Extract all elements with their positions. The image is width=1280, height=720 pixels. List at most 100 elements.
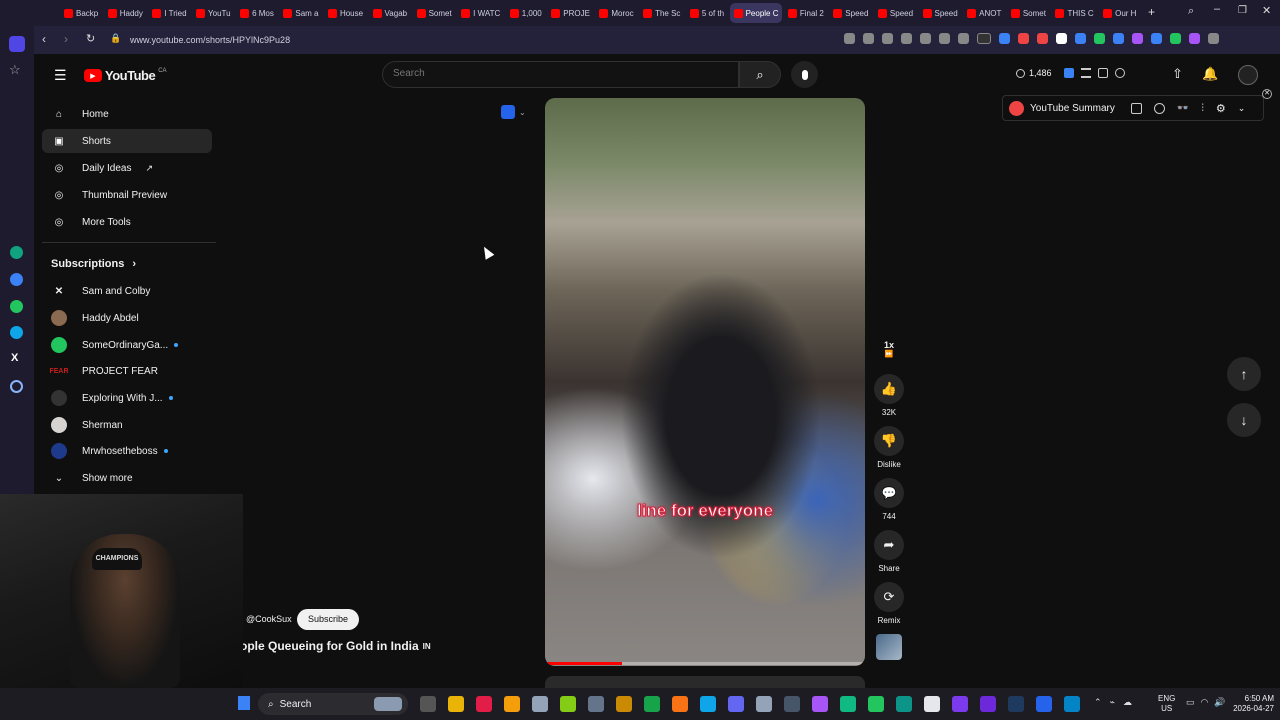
reload-icon[interactable]: ↻ <box>86 32 95 45</box>
url-text[interactable]: www.youtube.com/shorts/HPYlNc9Pu28 <box>130 35 290 45</box>
next-short-button[interactable]: ↓ <box>1227 403 1261 437</box>
browser-tab[interactable]: 1,000 <box>506 3 546 23</box>
player-icon[interactable] <box>10 380 23 393</box>
app-icon[interactable] <box>1064 696 1080 712</box>
chrome-icon[interactable] <box>532 696 548 712</box>
messenger-icon[interactable] <box>10 273 23 286</box>
chevron-down-icon[interactable]: ⌄ <box>1238 103 1246 114</box>
browser-tab[interactable]: Somet <box>413 3 456 23</box>
language-indicator[interactable]: ENG US <box>1158 694 1175 714</box>
app-icon[interactable] <box>588 696 604 712</box>
subscription-item[interactable]: ✕ Sam and Colby <box>42 279 212 303</box>
subscription-item[interactable]: FEAR PROJECT FEAR <box>42 359 212 383</box>
minimize-icon[interactable]: – <box>1214 3 1220 15</box>
short-video[interactable]: line for everyone <box>545 98 865 666</box>
sidebar-item-home[interactable]: ⌂ Home <box>42 102 212 126</box>
browser-tab[interactable]: The Sc <box>639 3 684 23</box>
browser-tab[interactable]: Speed <box>874 3 917 23</box>
browser-tab[interactable]: ANOT <box>963 3 1005 23</box>
app-icon[interactable] <box>644 696 660 712</box>
openai-icon[interactable] <box>1153 102 1165 114</box>
browser-tab[interactable]: Speed <box>829 3 872 23</box>
close-summary-icon[interactable]: ✕ <box>1262 89 1272 99</box>
app-icon[interactable] <box>896 696 912 712</box>
sidebar-item-shorts[interactable]: ▣ Shorts <box>42 129 212 153</box>
app-icon[interactable] <box>700 696 716 712</box>
steam-icon[interactable] <box>1008 696 1024 712</box>
sidebar-item-daily-ideas[interactable]: ◎ Daily Ideas ↗ <box>42 156 212 180</box>
app-icon[interactable] <box>616 696 632 712</box>
subscription-item[interactable]: Haddy Abdel <box>42 306 212 330</box>
subscription-item[interactable]: Sherman <box>42 413 212 437</box>
whatsapp-icon[interactable] <box>10 300 23 313</box>
transcript-icon[interactable] <box>1130 102 1142 114</box>
close-icon[interactable]: ✕ <box>1262 4 1271 17</box>
subscriptions-heading[interactable]: Subscriptions › <box>51 258 136 270</box>
windows-start-icon[interactable] <box>238 696 250 710</box>
subscription-item[interactable]: Mrwhosetheboss <box>42 439 212 463</box>
new-tab-button[interactable]: + <box>1148 5 1155 19</box>
app-icon[interactable] <box>560 696 576 712</box>
browser-tab[interactable]: THIS C <box>1051 3 1097 23</box>
tubebuddy-toggle[interactable]: ⌄ <box>501 105 526 119</box>
search-input[interactable] <box>393 68 713 79</box>
mic-button[interactable] <box>791 61 818 88</box>
app-icon[interactable] <box>980 696 996 712</box>
discord-icon[interactable] <box>728 696 744 712</box>
display-icon[interactable]: ▭ <box>1186 697 1195 708</box>
forward-icon[interactable]: › <box>64 32 68 46</box>
tray-icons[interactable]: ⌃ ⌁ ☁ <box>1094 697 1132 708</box>
bell-icon[interactable]: 🔔 <box>1202 66 1218 82</box>
browser-tab[interactable]: House <box>324 3 367 23</box>
channel-name[interactable]: @CookSux <box>246 614 292 624</box>
chatgpt-icon[interactable] <box>10 246 23 259</box>
extensions-area[interactable] <box>844 33 1264 47</box>
browser-tab[interactable]: Moroc <box>595 3 637 23</box>
settings-icon[interactable]: ⚙ <box>1216 102 1226 115</box>
search-box[interactable] <box>382 61 739 88</box>
browser-tab[interactable]: 6 Mos <box>236 3 277 23</box>
search-button[interactable]: ⌕ <box>739 61 781 88</box>
home-icon[interactable] <box>9 36 25 52</box>
browser-tab[interactable]: Backp <box>60 3 102 23</box>
app-icon[interactable] <box>784 696 800 712</box>
browser-tab[interactable]: Vagab <box>369 3 411 23</box>
browser-tab[interactable]: I Tried <box>148 3 190 23</box>
star-icon[interactable]: ☆ <box>9 62 21 78</box>
progress-track[interactable] <box>545 662 865 665</box>
browser-tab[interactable]: YouTu <box>192 3 234 23</box>
pinned-apps[interactable] <box>414 696 1086 712</box>
chevron-up-icon[interactable]: ⌃ <box>1094 697 1102 708</box>
short-title[interactable]: ople Queueing for Gold in India IN <box>240 639 431 653</box>
remix-button[interactable]: ⟳ Remix <box>872 582 906 625</box>
chat-icon[interactable] <box>1115 68 1125 78</box>
browser-tab[interactable]: 5 of th <box>686 3 728 23</box>
dislike-button[interactable]: 👎 Dislike <box>872 426 906 469</box>
youtube-summary-bar[interactable]: YouTube Summary 👓 ⫶ ⚙ ⌄ <box>1002 95 1264 121</box>
app-icon[interactable] <box>1036 696 1052 712</box>
subscription-item[interactable]: SomeOrdinaryGa... <box>42 333 212 357</box>
sidebar-item-thumbnail-preview[interactable]: ◎ Thumbnail Preview <box>42 183 212 207</box>
app-icon[interactable] <box>952 696 968 712</box>
cloud-icon[interactable]: ☁ <box>1123 697 1132 708</box>
task-view-icon[interactable] <box>420 696 436 712</box>
app-icon[interactable] <box>840 696 856 712</box>
extension-icons[interactable] <box>1064 68 1125 78</box>
taskbar-search[interactable]: ⌕ Search <box>258 693 408 715</box>
upload-icon[interactable]: ⇧ <box>1172 66 1183 82</box>
subscription-item[interactable]: Exploring With J... <box>42 386 212 410</box>
file-explorer-icon[interactable] <box>448 696 464 712</box>
tubebuddy-icon[interactable] <box>1064 68 1074 78</box>
maximize-icon[interactable]: ❐ <box>1238 5 1247 16</box>
browser-tab[interactable]: Haddy <box>104 3 147 23</box>
volume-icon[interactable]: 🔊 <box>1214 697 1225 708</box>
counter-badge[interactable]: 1,486 <box>1016 68 1052 78</box>
app-icon[interactable] <box>504 696 520 712</box>
x-icon[interactable]: X <box>11 352 18 364</box>
sidebar-item-more-tools[interactable]: ◎ More Tools <box>42 210 212 234</box>
clock[interactable]: 6:50 AM 2026-04-27 <box>1228 694 1274 714</box>
system-icons[interactable]: ▭ ◠ 🔊 <box>1186 697 1226 708</box>
avatar[interactable] <box>1238 65 1258 85</box>
waveform-icon[interactable]: ⫶ <box>1201 103 1204 114</box>
telegram-icon[interactable] <box>10 326 23 339</box>
